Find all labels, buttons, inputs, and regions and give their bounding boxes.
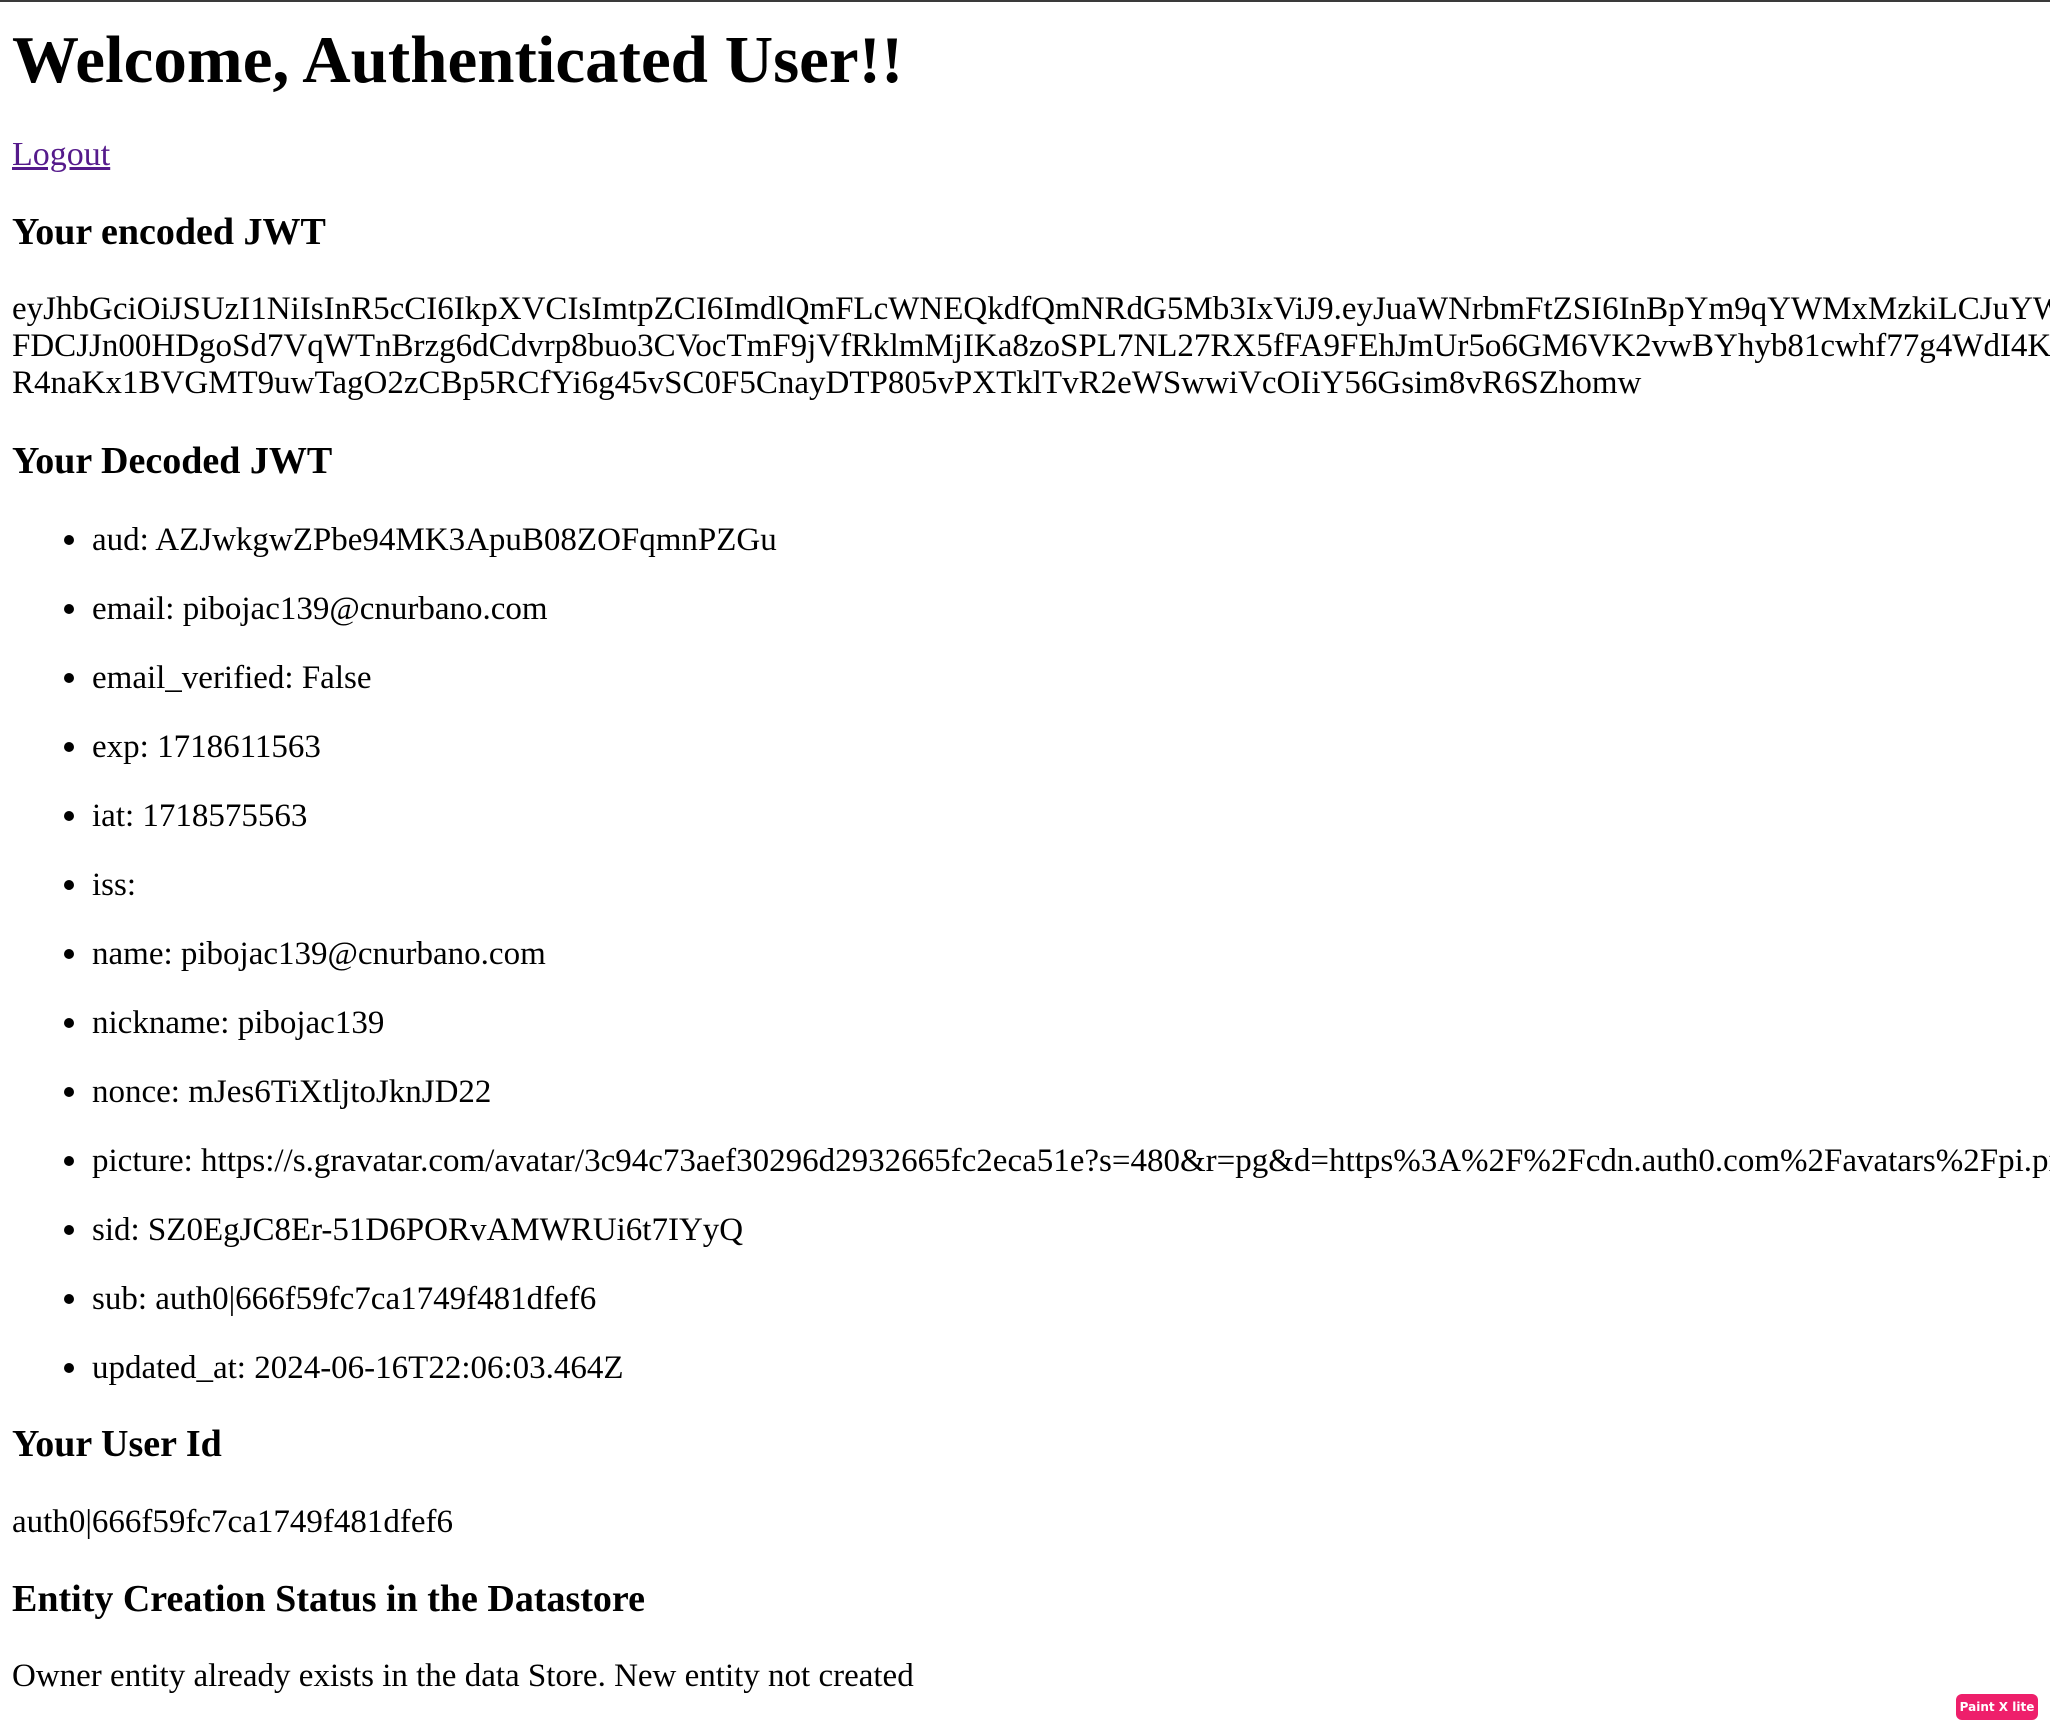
claim-text: nonce: mJes6TiXtljtoJknJD22: [92, 1074, 492, 1110]
bullet-icon: [64, 811, 74, 821]
encoded-jwt-heading: Your encoded JWT: [12, 211, 326, 253]
bullet-icon: [64, 880, 74, 890]
list-item: exp: 1718611563: [64, 723, 2044, 792]
bullet-icon: [64, 1156, 74, 1166]
page-title: Welcome, Authenticated User!!: [12, 23, 904, 97]
decoded-jwt-list: aud: AZJwkgwZPbe94MK3ApuB08ZOFqmnPZGu em…: [64, 516, 2050, 1413]
list-item: email_verified: False: [64, 654, 2044, 723]
logout-link[interactable]: Logout: [12, 134, 110, 176]
claim-text: updated_at: 2024-06-16T22:06:03.464Z: [92, 1350, 624, 1386]
claim-text: exp: 1718611563: [92, 729, 321, 765]
bullet-icon: [64, 1294, 74, 1304]
list-item: nonce: mJes6TiXtljtoJknJD22: [64, 1068, 2044, 1137]
list-item: aud: AZJwkgwZPbe94MK3ApuB08ZOFqmnPZGu: [64, 516, 2044, 585]
claim-text: email: pibojac139@cnurbano.com: [92, 591, 548, 627]
bullet-icon: [64, 1018, 74, 1028]
datastore-heading: Entity Creation Status in the Datastore: [12, 1578, 645, 1620]
list-item: picture: https://s.gravatar.com/avatar/3…: [64, 1137, 2050, 1206]
list-item: iat: 1718575563: [64, 792, 2044, 861]
bullet-icon: [64, 673, 74, 683]
claim-text: sub: auth0|666f59fc7ca1749f481dfef6: [92, 1281, 597, 1317]
bullet-icon: [64, 1225, 74, 1235]
claim-text: nickname: pibojac139: [92, 1005, 385, 1041]
encoded-jwt-line: FDCJJn00HDgoSd7VqWTnBrzg6dCdvrp8buo3CVoc…: [12, 328, 2050, 364]
list-item: sid: SZ0EgJC8Er-51D6PORvAMWRUi6t7IYyQ: [64, 1206, 2044, 1275]
encoded-jwt-text: eyJhbGciOiJSUzI1NiIsInR5cCI6IkpXVCIsImtp…: [12, 291, 2050, 402]
list-item: sub: auth0|666f59fc7ca1749f481dfef6: [64, 1275, 2044, 1344]
datastore-status: Owner entity already exists in the data …: [12, 1658, 914, 1694]
claim-text: iss:: [92, 867, 137, 903]
encoded-jwt-line: R4naKx1BVGMT9uwTagO2zCBp5RCfYi6g45vSC0F5…: [12, 365, 1642, 401]
user-id-value: auth0|666f59fc7ca1749f481dfef6: [12, 1504, 453, 1540]
claim-text: email_verified: False: [92, 660, 372, 696]
bullet-icon: [64, 742, 74, 752]
bullet-icon: [64, 1087, 74, 1097]
claim-text: picture: https://s.gravatar.com/avatar/3…: [92, 1143, 2050, 1179]
decoded-jwt-heading: Your Decoded JWT: [12, 440, 333, 482]
encoded-jwt-line: eyJhbGciOiJSUzI1NiIsInR5cCI6IkpXVCIsImtp…: [12, 291, 2050, 327]
bullet-icon: [64, 604, 74, 614]
user-id-heading: Your User Id: [12, 1423, 222, 1465]
list-item: iss:: [64, 861, 2044, 930]
page-content: Welcome, Authenticated User!! Logout You…: [12, 2, 2050, 1732]
paint-x-lite-badge[interactable]: Paint X lite: [1956, 1694, 2038, 1720]
claim-text: name: pibojac139@cnurbano.com: [92, 936, 546, 972]
bullet-icon: [64, 949, 74, 959]
claim-text: aud: AZJwkgwZPbe94MK3ApuB08ZOFqmnPZGu: [92, 522, 777, 558]
bullet-icon: [64, 1363, 74, 1373]
list-item: name: pibojac139@cnurbano.com: [64, 930, 2044, 999]
bullet-icon: [64, 535, 74, 545]
list-item: updated_at: 2024-06-16T22:06:03.464Z: [64, 1344, 2044, 1413]
list-item: nickname: pibojac139: [64, 999, 2044, 1068]
claim-text: sid: SZ0EgJC8Er-51D6PORvAMWRUi6t7IYyQ: [92, 1212, 744, 1248]
list-item: email: pibojac139@cnurbano.com: [64, 585, 2044, 654]
claim-text: iat: 1718575563: [92, 798, 308, 834]
